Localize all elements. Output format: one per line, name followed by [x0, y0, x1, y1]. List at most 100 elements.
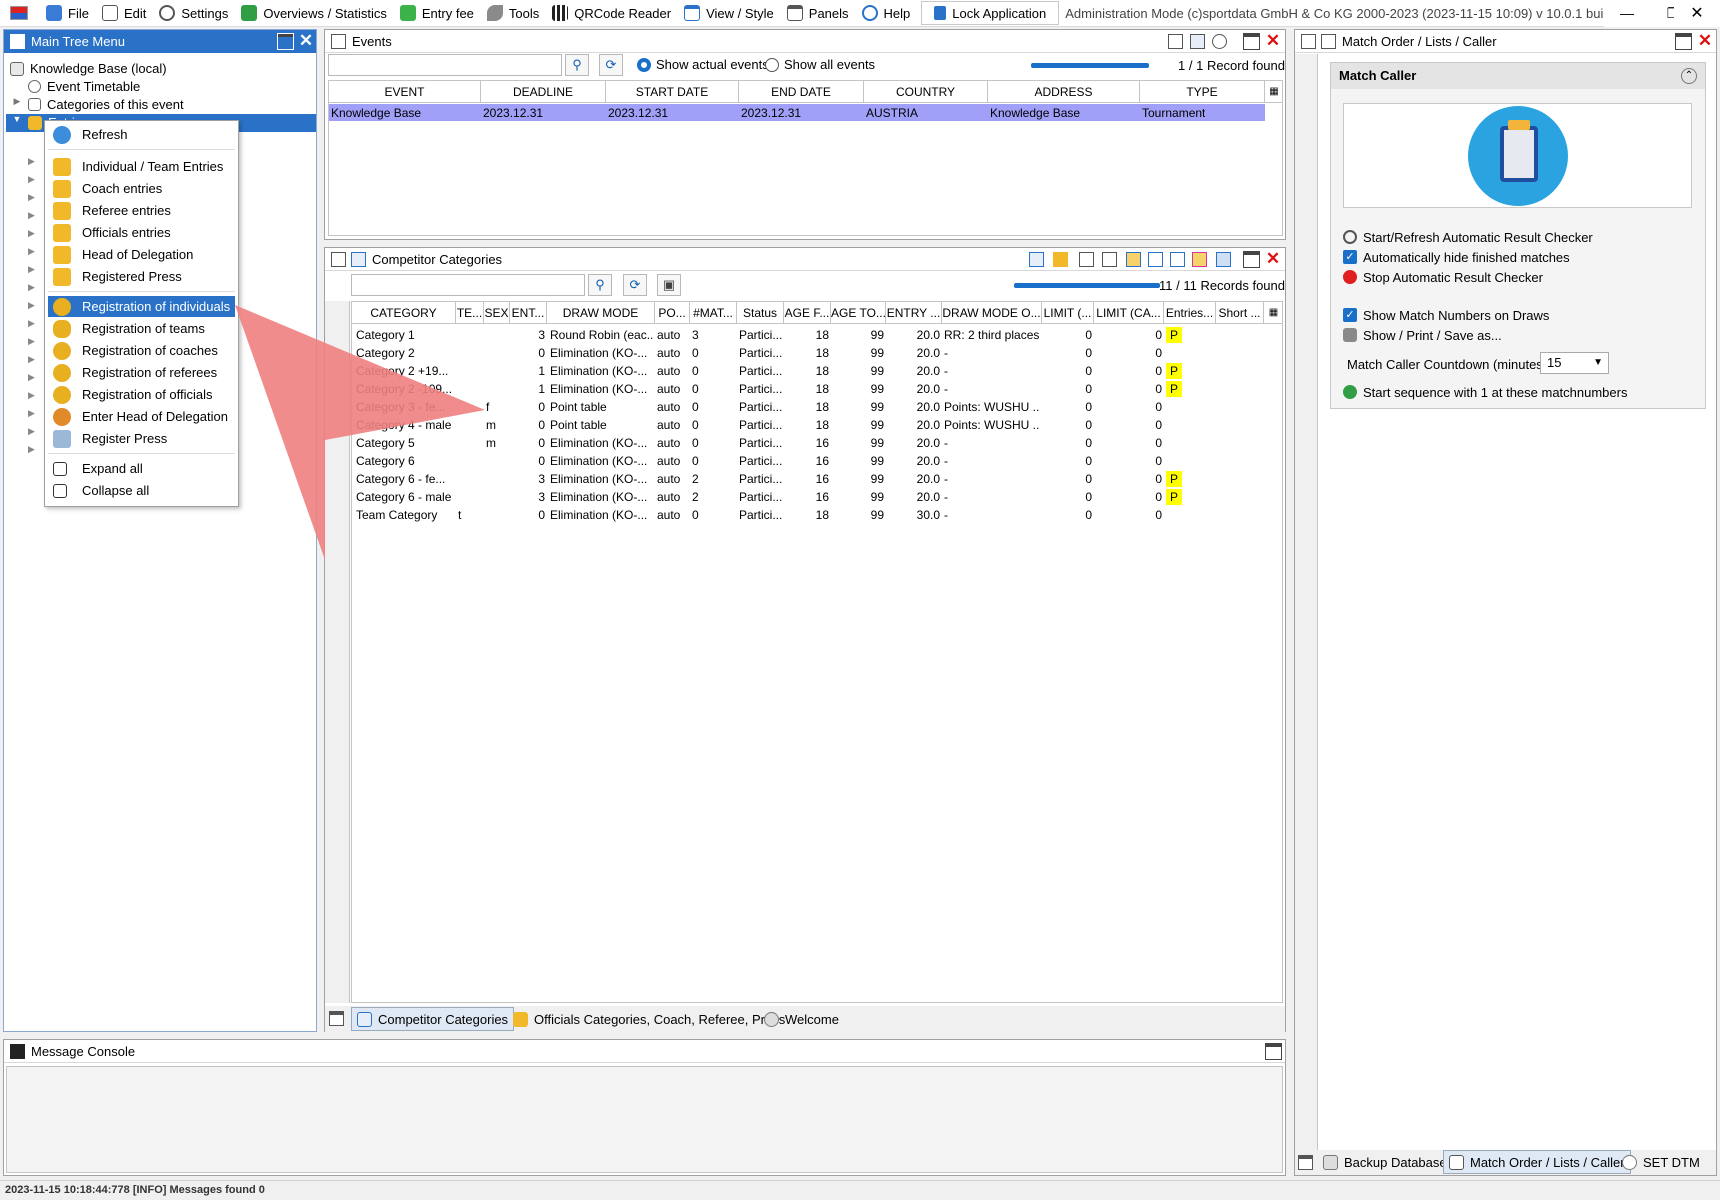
expand-arrow-icon[interactable]: ▶: [12, 96, 22, 107]
column-header[interactable]: DEADLINE: [481, 81, 606, 103]
menu-item-head-of-delegation[interactable]: Head of Delegation: [48, 244, 235, 265]
menu-tools[interactable]: Tools: [481, 0, 546, 26]
menu-item-registration-officials[interactable]: Registration of officials: [48, 384, 235, 405]
clock-icon[interactable]: [1212, 34, 1227, 49]
column-header[interactable]: LIMIT (CA...: [1094, 302, 1164, 324]
refresh-icon[interactable]: ⟳: [623, 274, 647, 296]
grid-icon[interactable]: [1216, 252, 1231, 267]
tree-node-event-timetable[interactable]: Event Timetable: [28, 78, 140, 95]
show-match-numbers-checkbox[interactable]: ✓ Show Match Numbers on Draws: [1343, 306, 1549, 324]
app-flag-icon[interactable]: [0, 0, 40, 26]
tab-welcome[interactable]: Welcome: [759, 1007, 844, 1031]
close-icon[interactable]: ✕: [297, 32, 315, 50]
column-header[interactable]: EVENT: [329, 81, 481, 103]
column-header[interactable]: PO...: [655, 302, 690, 324]
menu-item-individual-team-entries[interactable]: Individual / Team Entries: [48, 156, 235, 177]
start-sequence-link[interactable]: Start sequence with 1 at these matchnumb…: [1343, 383, 1627, 401]
column-header[interactable]: Entries...: [1164, 302, 1216, 324]
column-header[interactable]: LIMIT (...: [1042, 302, 1094, 324]
menu-item-refresh[interactable]: Refresh: [48, 124, 235, 145]
column-header[interactable]: AGE TO...: [831, 302, 886, 324]
menu-entry-fee[interactable]: Entry fee: [394, 0, 481, 26]
menu-qrcode[interactable]: QRCode Reader: [546, 0, 678, 26]
categories-search-input[interactable]: [351, 274, 585, 296]
menu-item-officials-entries[interactable]: Officials entries: [48, 222, 235, 243]
column-header[interactable]: DRAW MODE: [547, 302, 655, 324]
maximize-panel-button[interactable]: [1243, 251, 1260, 268]
start-result-checker[interactable]: Start/Refresh Automatic Result Checker: [1343, 228, 1593, 246]
close-icon[interactable]: ✕: [1264, 32, 1282, 50]
column-header[interactable]: ENT...: [510, 302, 547, 324]
menu-panels[interactable]: Panels: [781, 0, 856, 26]
auto-hide-checkbox[interactable]: ✓ Automatically hide finished matches: [1343, 248, 1570, 266]
menu-item-registration-coaches[interactable]: Registration of coaches: [48, 340, 235, 361]
menu-edit[interactable]: Edit: [96, 0, 153, 26]
menu-item-enter-head-of-delegation[interactable]: Enter Head of Delegation: [48, 406, 235, 427]
minimize-button[interactable]: —: [1604, 0, 1650, 27]
column-header[interactable]: Short ...: [1216, 302, 1264, 324]
folder-icon[interactable]: [1190, 34, 1205, 49]
close-icon[interactable]: ✕: [1696, 32, 1714, 50]
menu-item-collapse-all[interactable]: Collapse all: [48, 480, 235, 501]
edit-list-icon[interactable]: [1126, 252, 1141, 267]
collapse-section-icon[interactable]: ⌃: [1681, 68, 1697, 84]
menu-item-registration-teams[interactable]: Registration of teams: [48, 318, 235, 339]
close-window-button[interactable]: ✕: [1674, 0, 1720, 27]
rows-icon[interactable]: [1170, 252, 1185, 267]
collapse-arrow-icon[interactable]: ▼: [12, 114, 22, 124]
refresh-icon[interactable]: ⟳: [599, 54, 623, 76]
tree-node-knowledge-base[interactable]: Knowledge Base (local): [10, 60, 167, 77]
menu-settings[interactable]: Settings: [153, 0, 235, 26]
menu-file[interactable]: File: [40, 0, 96, 26]
column-header[interactable]: START DATE: [606, 81, 739, 103]
maximize-panel-button[interactable]: [1243, 33, 1260, 50]
menu-item-registration-individuals[interactable]: Registration of individuals: [48, 296, 235, 317]
save-icon[interactable]: ▣: [657, 274, 681, 296]
tab-set-dtm[interactable]: SET DTM: [1617, 1150, 1705, 1174]
countdown-select[interactable]: 15 ▼: [1540, 352, 1609, 374]
events-search-input[interactable]: [328, 54, 562, 76]
tab-officials-categories[interactable]: Officials Categories, Coach, Referee, Pr…: [508, 1007, 790, 1031]
menu-item-expand-all[interactable]: Expand all: [48, 458, 235, 479]
column-header[interactable]: DRAW MODE O...: [942, 302, 1042, 324]
menu-item-register-press[interactable]: Register Press: [48, 428, 235, 449]
column-chooser-icon[interactable]: ▦: [1264, 302, 1282, 324]
edit-icon[interactable]: [1168, 34, 1183, 49]
stop-result-checker[interactable]: Stop Automatic Result Checker: [1343, 268, 1543, 286]
column-header[interactable]: AGE F...: [784, 302, 831, 324]
magnifier-icon[interactable]: ⚲: [588, 274, 612, 296]
show-print-save[interactable]: Show / Print / Save as...: [1343, 326, 1502, 344]
panel-icon[interactable]: [329, 1011, 344, 1026]
tab-backup-database[interactable]: Backup Database: [1318, 1150, 1452, 1174]
tab-match-order[interactable]: Match Order / Lists / Caller: [1443, 1150, 1631, 1174]
menu-item-referee-entries[interactable]: Referee entries: [48, 200, 235, 221]
menu-overviews[interactable]: Overviews / Statistics: [235, 0, 394, 26]
magnifier-icon[interactable]: ⚲: [565, 54, 589, 76]
column-header[interactable]: ENTRY ...: [886, 302, 942, 324]
panel-icon[interactable]: [1298, 1155, 1313, 1170]
numbered-list-icon[interactable]: [1102, 252, 1117, 267]
list-icon[interactable]: [1079, 252, 1094, 267]
clipboard-icon[interactable]: [1053, 252, 1068, 267]
columns-icon[interactable]: [1148, 252, 1163, 267]
column-header[interactable]: END DATE: [739, 81, 864, 103]
menu-view-style[interactable]: View / Style: [678, 0, 781, 26]
maximize-panel-button[interactable]: [1675, 33, 1692, 50]
radio-show-all[interactable]: Show all events: [765, 57, 875, 72]
folder-icon[interactable]: [1029, 252, 1044, 267]
maximize-panel-button[interactable]: [1265, 1043, 1282, 1060]
column-header[interactable]: TYPE: [1140, 81, 1265, 103]
column-chooser-icon[interactable]: ▦: [1265, 81, 1282, 103]
tree-node-categories[interactable]: Categories of this event: [28, 96, 184, 113]
radio-show-actual[interactable]: Show actual events: [637, 57, 769, 72]
menu-help[interactable]: Help: [856, 0, 918, 26]
column-header[interactable]: Status: [737, 302, 784, 324]
menu-item-registration-referees[interactable]: Registration of referees: [48, 362, 235, 383]
tab-competitor-categories[interactable]: Competitor Categories: [351, 1007, 515, 1031]
color-icon[interactable]: [1192, 252, 1207, 267]
menu-item-coach-entries[interactable]: Coach entries: [48, 178, 235, 199]
close-icon[interactable]: ✕: [1264, 250, 1282, 268]
menu-item-registered-press[interactable]: Registered Press: [48, 266, 235, 287]
column-header[interactable]: COUNTRY: [864, 81, 988, 103]
column-header[interactable]: #MAT...: [690, 302, 737, 324]
